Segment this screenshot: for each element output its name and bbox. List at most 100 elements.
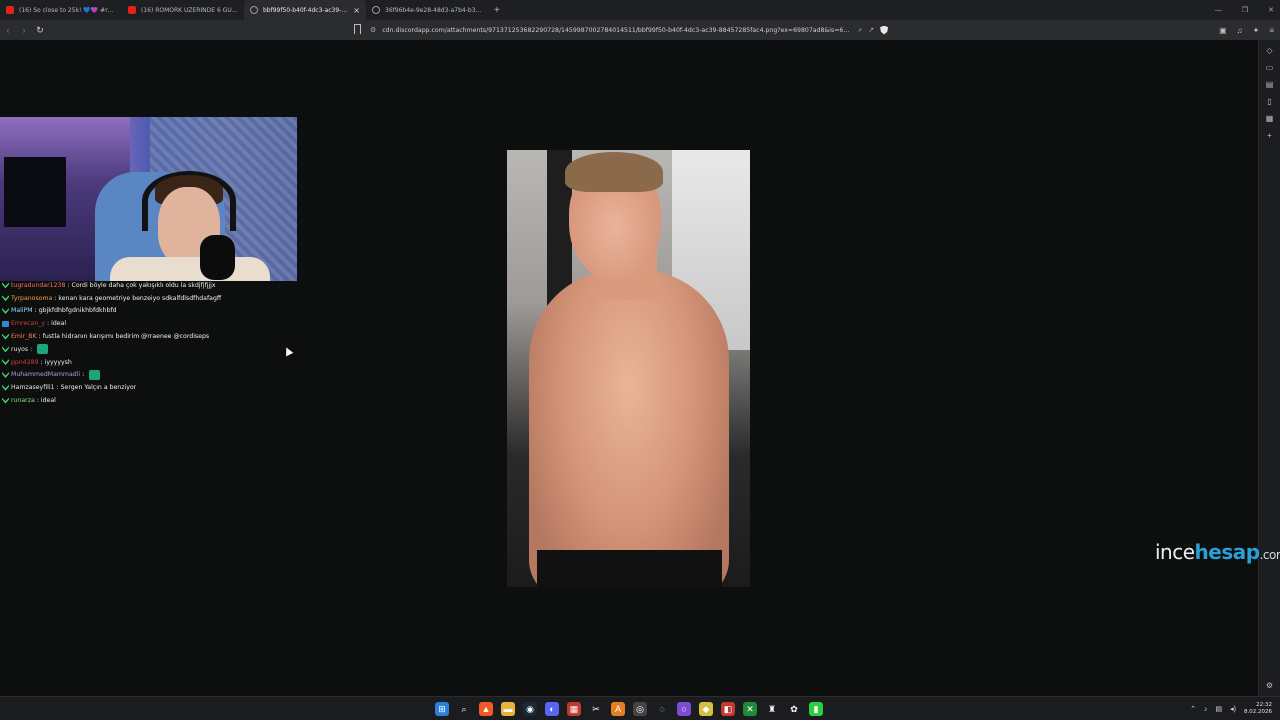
window-controls: — ❐ ✕ [1215,0,1274,20]
photo-hair [565,152,663,192]
webcam-monitor [4,157,66,227]
chat-text: ideal [40,397,56,405]
youtube-icon [128,6,136,14]
chat-username: MaliPM [11,307,33,315]
url-field[interactable]: ⚙ cdn.discordapp.com/attachments/9713712… [370,23,910,37]
toolbar-right: ▣ ♫ ✦ ≡ [1219,20,1274,40]
taskbar: ⊞ ⌕ ▲ ▬ ◉ ◐ ▦ ✂ A ◎ ◌ ○ ◆ ◧ ✕ ♜ ✿ ▮ ⌃ ♪ … [0,696,1280,720]
new-tab-button[interactable]: + [488,5,506,16]
reload-icon[interactable]: ↻ [32,25,48,36]
microphone [200,235,235,280]
settings-icon[interactable]: ⚙ [1266,681,1273,690]
streamer-shirt [110,257,270,281]
chat-message: Tyrpanosoma: kenan kara geometriye benzei… [2,292,298,305]
chevron-badge-icon [2,359,9,366]
app-white-icon[interactable]: ♜ [765,702,779,716]
capcut-icon[interactable]: ✂ [589,702,603,716]
menu-icon[interactable]: ≡ [1269,26,1274,35]
subscriber-badge-icon [2,320,9,327]
chat-text: gbjkfdhbfgdnikhbfdkhbfd [38,307,117,315]
volume-icon[interactable]: ◂) [1230,705,1236,713]
network-icon[interactable]: ▤ [1216,705,1223,713]
tab-image-2[interactable]: 36f96b4e-9e28-48d3-a7b4-b3b173 [366,0,488,20]
chat-text: fustla hidranın karışımı bedirim @rraene… [42,333,210,341]
watermark-part3: .com [1259,548,1280,562]
maximize-icon[interactable]: ❐ [1242,6,1248,14]
search-icon[interactable]: ⌕ [858,26,862,35]
chatgpt-icon[interactable]: ✿ [787,702,801,716]
chat-separator: : [47,320,50,328]
url-text: cdn.discordapp.com/attachments/971371253… [382,26,853,34]
tab-youtube-2[interactable]: (16) RÖMORK ÜZERİNDE 6 GÜN ZOR [122,0,244,20]
site-info-icon[interactable]: ⚙ [370,26,376,34]
clock-time: 22:32 [1256,702,1272,708]
chat-separator: : [56,384,59,392]
chat-message: Hamzaseyfili1: Sergen Yalçın a benziyor [2,381,298,394]
mic-icon[interactable]: ♪ [1204,706,1208,713]
webcam-overlay [0,117,297,281]
chat-separator: : [36,397,39,405]
brave-shield-icon[interactable] [880,25,889,35]
leo-icon[interactable]: ◇ [1266,46,1272,55]
chat-username: tugradundar1238 [11,281,66,289]
chat-separator: : [30,345,33,353]
chevron-badge-icon [2,384,9,391]
chat-emote-icon [89,369,101,380]
excel-icon[interactable]: ✕ [743,702,757,716]
tray-expand-icon[interactable]: ⌃ [1190,705,1196,713]
brave-icon[interactable]: ▲ [479,702,493,716]
address-bar-row: ‹ › ↻ ⚙ cdn.discordapp.com/attachments/9… [0,20,1280,40]
wallet-icon[interactable]: ▤ [1266,80,1274,89]
chat-username: Tyrpanosoma [11,294,53,302]
chat-overlay: tugradundar1238: Cordi böyle daha çok yak… [2,279,298,407]
watermark-logo: incehesap.com [1155,540,1280,564]
chat-text: iyyyyysh [44,358,72,366]
clock[interactable]: 22:32 8.02.2026 [1244,702,1272,716]
bookmarks-icon[interactable]: ▯ [1267,97,1271,106]
chat-separator: : [67,281,70,289]
chrome-icon[interactable]: ◌ [655,702,669,716]
chat-username: Emir_BK [11,333,37,341]
forward-icon[interactable]: › [16,25,32,35]
chat-message: Emir_BK: fustla hidranın karışımı bedirim… [2,330,298,343]
taskbar-apps: ⊞ ⌕ ▲ ▬ ◉ ◐ ▦ ✂ A ◎ ◌ ○ ◆ ◧ ✕ ♜ ✿ ▮ [435,702,823,716]
file-explorer-icon[interactable]: ▬ [501,702,515,716]
chat-message: Emrecan_y: ideal [2,317,298,330]
chat-username: runarza [11,397,35,405]
leo-ai-icon[interactable]: ✦ [1253,26,1260,35]
obs-icon[interactable]: ◎ [633,702,647,716]
reading-list-icon[interactable]: ▭ [1266,63,1274,72]
app-yellow-icon[interactable]: ◆ [699,702,713,716]
history-icon[interactable]: ▦ [1266,114,1274,123]
chevron-badge-icon [2,346,9,353]
tab-youtube-1[interactable]: (16) So close to 25k! 💙💜 #rocketle [0,0,122,20]
share-icon[interactable]: ↗ [868,26,874,34]
bookmark-icon[interactable] [354,24,361,34]
minimize-icon[interactable]: — [1215,7,1222,14]
windows-start-icon[interactable]: ⊞ [435,702,449,716]
discord-icon[interactable]: ◐ [545,702,559,716]
media-icon[interactable]: ♫ [1237,26,1243,35]
steam-icon[interactable]: ◉ [523,702,537,716]
back-icon[interactable]: ‹ [0,25,16,35]
tab-active-image[interactable]: bbf99f50-b40f-4dc3-ac39-8845 × [244,0,366,20]
chat-message: runarza: ideal [2,394,298,407]
ableton-icon[interactable]: A [611,702,625,716]
add-panel-icon[interactable]: + [1267,131,1272,140]
screen: (16) So close to 25k! 💙💜 #rocketle (16) … [0,0,1280,720]
close-window-icon[interactable]: ✕ [1268,6,1274,14]
app-purple-icon[interactable]: ○ [677,702,691,716]
clock-date: 8.02.2026 [1244,709,1272,715]
chevron-badge-icon [2,282,9,289]
news-app-icon[interactable]: ▦ [567,702,581,716]
sidebar-toggle-icon[interactable]: ▣ [1219,26,1227,35]
app-green-icon[interactable]: ▮ [809,702,823,716]
displayed-image [507,150,750,587]
chat-message: ruyos: [2,343,298,356]
app-red-icon[interactable]: ◧ [721,702,735,716]
chevron-badge-icon [2,371,9,378]
chat-text: kenan kara geometriye benzeiyo sdkalfdls… [58,294,222,302]
chat-emote-icon [37,344,49,355]
search-icon[interactable]: ⌕ [457,702,471,716]
close-tab-icon[interactable]: × [353,6,360,15]
